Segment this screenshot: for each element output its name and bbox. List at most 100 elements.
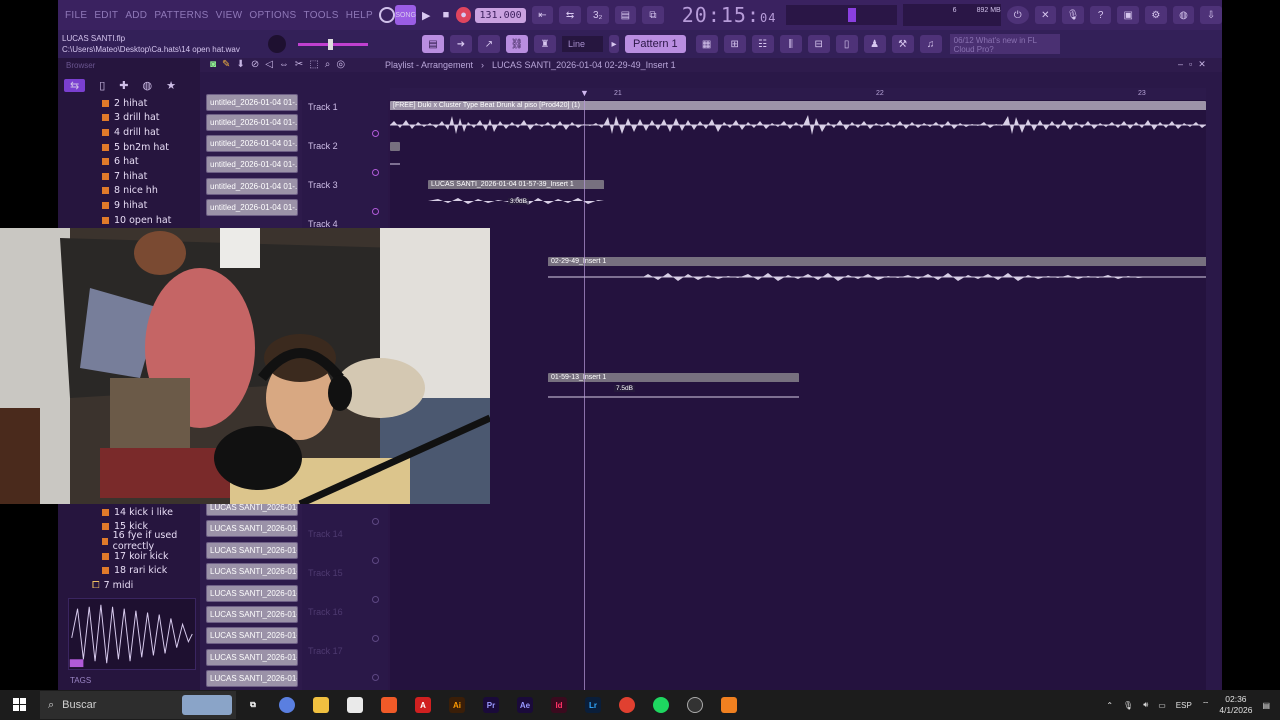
tray-clock[interactable]: 02:36 4/1/2026 [1219, 694, 1252, 716]
master-volume-knob[interactable] [268, 35, 286, 53]
loop-icon[interactable]: ⇆ [559, 6, 581, 24]
picker-clip[interactable]: LUCAS SANTI_2026-01-04.. [206, 606, 298, 623]
track-mute-led[interactable] [372, 208, 379, 215]
start-button[interactable] [0, 690, 40, 720]
track-label[interactable]: Track 17 [308, 646, 343, 656]
picker-clip[interactable]: LUCAS SANTI_2026-01-04.. [206, 627, 298, 644]
slice-icon[interactable]: ✂ [295, 59, 303, 70]
channel-rack-icon[interactable]: ☷ [751, 35, 774, 53]
countdown-icon[interactable]: ▤ [614, 6, 637, 24]
save-icon[interactable]: ▣ [1117, 6, 1140, 24]
picker-clip[interactable]: untitled_2026-01-04 01-.. [206, 199, 298, 216]
pat-song-toggle[interactable]: SONG [394, 5, 417, 25]
picker-clip[interactable]: untitled_2026-01-04 01-.. [206, 156, 298, 173]
zoom-icon[interactable]: ⌕ [325, 59, 331, 70]
chrome-icon[interactable] [610, 690, 644, 720]
list-item[interactable]: 6 hat [58, 154, 200, 169]
track-label[interactable]: Track 15 [308, 568, 343, 578]
menu-view[interactable]: VIEW [216, 10, 243, 21]
store-icon[interactable] [338, 690, 372, 720]
brush-icon[interactable]: ⬇ [236, 59, 244, 70]
slide-icon[interactable]: ↗ [478, 35, 500, 53]
menu-options[interactable]: OPTIONS [249, 10, 296, 21]
task-view-icon[interactable]: ⧉ [236, 690, 270, 720]
track-mute-led[interactable] [372, 518, 379, 525]
menu-help[interactable]: HELP [346, 10, 373, 21]
piano-roll-icon[interactable]: ⊞ [723, 35, 746, 53]
list-item[interactable]: 8 nice hh [58, 184, 200, 199]
list-item[interactable]: 18 rari kick [58, 563, 200, 578]
audio-clip-vocal-2[interactable]: 01-59-13_Insert 1 7.5dB [548, 373, 799, 403]
tempo-icon[interactable]: ♫ [919, 35, 942, 53]
picker-clip[interactable]: LUCAS SANTI_2026-01-04.. [206, 670, 298, 687]
tray-mic-icon[interactable]: 🎙︎ [1123, 701, 1133, 710]
picker-clip[interactable]: LUCAS SANTI_2026-01-04.. [206, 563, 298, 580]
power-icon[interactable]: ⏻ [1006, 6, 1029, 24]
playhead-marker[interactable]: ▼ [580, 88, 589, 98]
list-item[interactable]: 3 drill hat [58, 111, 200, 126]
menu-add[interactable]: ADD [125, 10, 147, 21]
playlist-scrollbar[interactable] [1206, 100, 1220, 690]
spotify-icon[interactable] [644, 690, 678, 720]
picker-clip[interactable]: LUCAS SANTI_2026-01-04.. [206, 542, 298, 559]
tray-chevron-icon[interactable]: ⌃ [1106, 701, 1113, 710]
picker-clip[interactable]: LUCAS SANTI_2026-01-04.. [206, 585, 298, 602]
menu-tools[interactable]: TOOLS [303, 10, 338, 21]
track-label[interactable]: Track 16 [308, 607, 343, 617]
link-icon[interactable]: ⛓ [506, 35, 528, 53]
snap-magnet-icon[interactable]: ◙ [210, 59, 216, 70]
play-icon[interactable]: ▶ [416, 5, 436, 25]
list-item[interactable]: 5 bn2m hat [58, 140, 200, 155]
pencil-icon[interactable]: ✎ [222, 59, 230, 70]
menu-patterns[interactable]: PATTERNS [154, 10, 208, 21]
help-icon[interactable]: ? [1089, 6, 1112, 24]
tray-volume-icon[interactable]: 🔊︎ [1143, 700, 1148, 710]
playlist-grid[interactable]: [FREE] Duki x Cluster Type Beat Drunk al… [390, 100, 1206, 690]
close-icon[interactable]: ✕ [1198, 59, 1206, 70]
list-item[interactable]: 4 drill hat [58, 125, 200, 140]
file-icon[interactable]: ▯ [835, 35, 858, 53]
list-item[interactable]: 2 hihat [58, 96, 200, 111]
indesign-icon[interactable]: Id [542, 690, 576, 720]
list-item[interactable]: 10 open hat [58, 213, 200, 228]
track-mute-led[interactable] [372, 557, 379, 564]
tempo-display[interactable]: 131.000 [475, 7, 526, 23]
snap-select[interactable]: Line [562, 36, 604, 52]
tray-wifi-icon[interactable]: ⌔ [1202, 700, 1210, 710]
after-effects-icon[interactable]: Ae [508, 690, 542, 720]
list-item[interactable]: 16 fye if used correctly [58, 530, 200, 552]
track-mute-led[interactable] [372, 635, 379, 642]
track-label[interactable]: Track 14 [308, 529, 343, 539]
tray-language[interactable]: ESP [1176, 701, 1192, 710]
playback-icon[interactable]: ◎ [336, 59, 345, 70]
stamp-icon[interactable]: ♜ [534, 35, 556, 53]
playlist-icon[interactable]: ▦ [695, 35, 718, 53]
step-icon[interactable]: ⇤ [531, 6, 554, 24]
blend-icon[interactable]: 3₂ [586, 6, 609, 24]
track-label[interactable]: Track 1 [308, 102, 338, 112]
plugin-db-icon[interactable]: ♟ [863, 35, 886, 53]
delete-icon[interactable]: ⊘ [251, 59, 259, 70]
mixer-icon[interactable]: ⫼ [779, 35, 802, 53]
maximize-icon[interactable]: ▫ [1189, 59, 1192, 70]
premiere-icon[interactable]: Pr [474, 690, 508, 720]
plugin-icon[interactable]: ⚙ [1145, 6, 1167, 24]
brave-icon[interactable] [372, 690, 406, 720]
tray-network-icon[interactable]: ▭ [1158, 701, 1166, 710]
browser-all-tab-icon[interactable]: ⇆ [64, 78, 86, 92]
lightroom-icon[interactable]: Lr [576, 690, 610, 720]
track-label[interactable]: Track 2 [308, 141, 338, 151]
track-mute-led[interactable] [372, 169, 379, 176]
wrench-icon[interactable]: ⚒ [891, 35, 914, 53]
browser-globe-icon[interactable]: ◍ [143, 79, 153, 92]
file-explorer-icon[interactable] [304, 690, 338, 720]
select-icon[interactable]: ⬚ [309, 59, 318, 70]
browser-star-icon[interactable]: ★ [166, 79, 176, 92]
picker-clip[interactable]: LUCAS SANTI_2026-01-04.. [206, 520, 298, 537]
copilot-icon[interactable] [270, 690, 304, 720]
browser-icon[interactable]: ⊟ [807, 35, 830, 53]
notifications-icon[interactable]: ▤ [1262, 701, 1270, 710]
acrobat-icon[interactable]: A [406, 690, 440, 720]
audio-clip-small[interactable] [390, 142, 400, 151]
menu-file[interactable]: FILE [65, 10, 87, 21]
